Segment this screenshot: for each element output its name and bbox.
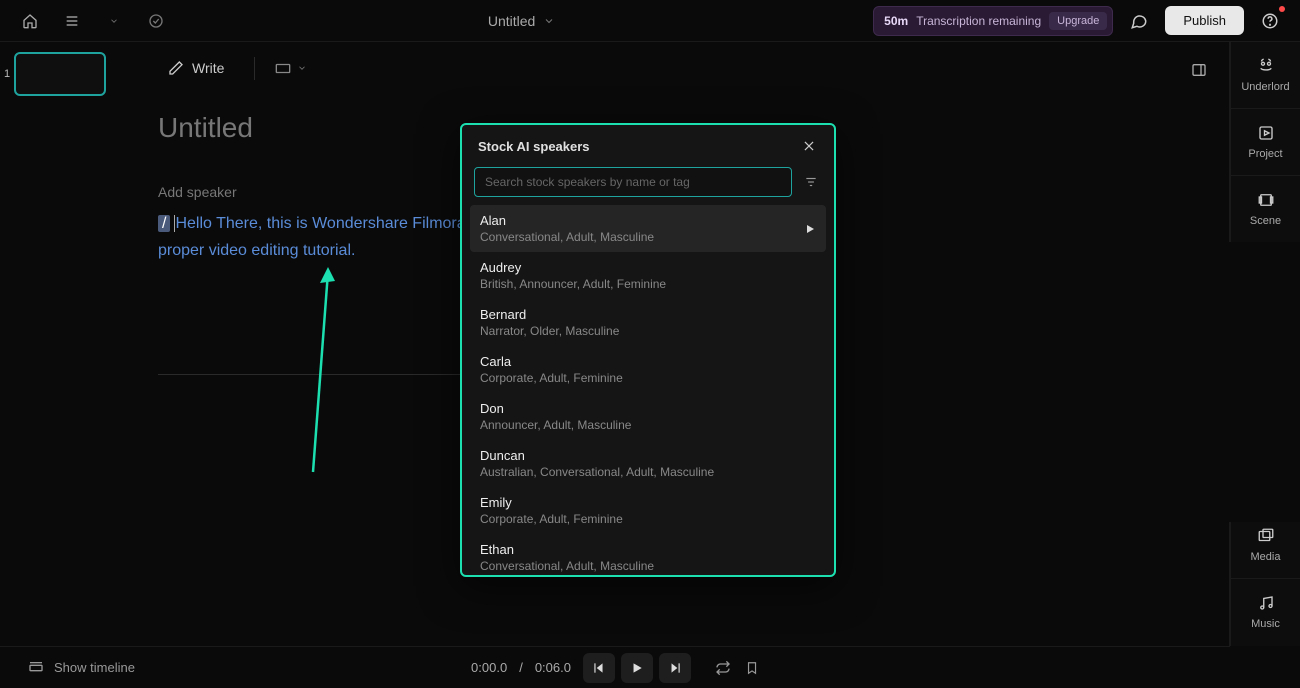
loop-button[interactable] bbox=[715, 660, 731, 676]
speaker-name: Audrey bbox=[480, 260, 666, 275]
play-icon bbox=[804, 223, 816, 235]
speaker-name: Duncan bbox=[480, 448, 714, 463]
speaker-tags: Narrator, Older, Masculine bbox=[480, 324, 619, 338]
annotation-arrow bbox=[178, 267, 338, 487]
scene-icon bbox=[1257, 191, 1275, 209]
speaker-name: Bernard bbox=[480, 307, 619, 322]
slash-command-marker: / bbox=[158, 215, 170, 232]
speaker-list[interactable]: Alan Conversational, Adult, Masculine Audr… bbox=[462, 205, 834, 575]
rail-music[interactable]: Music bbox=[1231, 579, 1300, 646]
speaker-tags: Corporate, Adult, Feminine bbox=[480, 512, 623, 526]
speaker-item[interactable]: Alan Conversational, Adult, Masculine bbox=[470, 205, 826, 252]
pen-icon bbox=[168, 60, 184, 76]
check-circle-icon[interactable] bbox=[142, 7, 170, 35]
chevron-down-icon[interactable] bbox=[543, 15, 555, 27]
upgrade-button[interactable]: Upgrade bbox=[1049, 12, 1107, 30]
total-time: 0:06.0 bbox=[535, 660, 571, 675]
filter-button[interactable] bbox=[800, 171, 822, 193]
speaker-name: Don bbox=[480, 401, 631, 416]
timeline-icon bbox=[28, 660, 44, 676]
filter-icon bbox=[804, 175, 818, 189]
menu-chevron[interactable] bbox=[100, 7, 128, 35]
play-button[interactable] bbox=[621, 653, 653, 683]
modal-title: Stock AI speakers bbox=[478, 139, 590, 154]
thumb-index: 1 bbox=[4, 68, 10, 80]
speaker-item[interactable]: Duncan Australian, Conversational, Adult,… bbox=[470, 440, 826, 487]
show-timeline-button[interactable]: Show timeline bbox=[28, 660, 135, 676]
speaker-item[interactable]: Emily Corporate, Adult, Feminine bbox=[470, 487, 826, 534]
doc-title[interactable]: Untitled bbox=[488, 13, 535, 29]
rail-project[interactable]: Project bbox=[1231, 109, 1300, 176]
video-preview[interactable] bbox=[808, 242, 1300, 522]
scene-thumbnail-1[interactable]: 1 bbox=[14, 52, 106, 96]
rail-underlord[interactable]: Underlord bbox=[1231, 42, 1300, 109]
underlord-icon bbox=[1257, 57, 1275, 75]
speaker-item[interactable]: Don Announcer, Adult, Masculine bbox=[470, 393, 826, 440]
publish-button[interactable]: Publish bbox=[1165, 6, 1244, 35]
speaker-name: Ethan bbox=[480, 542, 654, 557]
speaker-item[interactable]: Ethan Conversational, Adult, Masculine bbox=[470, 534, 826, 575]
rail-scene[interactable]: Scene bbox=[1231, 176, 1300, 243]
speaker-name: Carla bbox=[480, 354, 623, 369]
play-preview-button[interactable] bbox=[804, 223, 816, 235]
speaker-tags: British, Announcer, Adult, Feminine bbox=[480, 277, 666, 291]
write-button[interactable]: Write bbox=[158, 54, 234, 82]
speaker-tags: Conversational, Adult, Masculine bbox=[480, 230, 654, 244]
transcription-pill: 50m Transcription remaining Upgrade bbox=[873, 6, 1113, 36]
comment-button[interactable] bbox=[1125, 7, 1153, 35]
panel-toggle-button[interactable] bbox=[1185, 56, 1213, 84]
write-label: Write bbox=[192, 60, 224, 76]
time-sep: / bbox=[519, 660, 523, 675]
speaker-item[interactable]: Audrey British, Announcer, Adult, Feminin… bbox=[470, 252, 826, 299]
speaker-item[interactable]: Bernard Narrator, Older, Masculine bbox=[470, 299, 826, 346]
close-button[interactable] bbox=[800, 137, 818, 155]
search-input[interactable] bbox=[474, 167, 792, 197]
current-time: 0:00.0 bbox=[471, 660, 507, 675]
speaker-tags: Corporate, Adult, Feminine bbox=[480, 371, 623, 385]
bookmark-button[interactable] bbox=[745, 660, 759, 676]
speaker-tags: Conversational, Adult, Masculine bbox=[480, 559, 654, 573]
home-button[interactable] bbox=[16, 7, 44, 35]
speaker-tags: Announcer, Adult, Masculine bbox=[480, 418, 631, 432]
thumbnail-rail: 1 bbox=[0, 42, 118, 646]
speaker-name: Alan bbox=[480, 213, 654, 228]
music-icon bbox=[1257, 594, 1275, 612]
close-icon bbox=[802, 139, 816, 153]
help-button[interactable] bbox=[1256, 7, 1284, 35]
speaker-item[interactable]: Carla Corporate, Adult, Feminine bbox=[470, 346, 826, 393]
transcription-minutes: 50m bbox=[884, 14, 908, 28]
next-button[interactable] bbox=[659, 653, 691, 683]
chevron-down-icon bbox=[297, 63, 307, 73]
menu-button[interactable] bbox=[58, 7, 86, 35]
aspect-icon bbox=[275, 63, 291, 74]
bottom-bar: Show timeline 0:00.0 / 0:06.0 bbox=[0, 646, 1230, 688]
notification-dot bbox=[1279, 6, 1285, 12]
transcript-line-1: Hello There, this is Wondershare Filmora bbox=[175, 215, 465, 232]
top-bar: Untitled 50m Transcription remaining Upg… bbox=[0, 0, 1300, 42]
transcription-label: Transcription remaining bbox=[916, 14, 1041, 28]
media-icon bbox=[1257, 527, 1275, 545]
aspect-button[interactable] bbox=[254, 57, 315, 80]
prev-button[interactable] bbox=[583, 653, 615, 683]
stock-speakers-modal: Stock AI speakers Alan Conversational, Ad… bbox=[460, 123, 836, 577]
project-icon bbox=[1257, 124, 1275, 142]
speaker-name: Emily bbox=[480, 495, 623, 510]
speaker-tags: Australian, Conversational, Adult, Mascu… bbox=[480, 465, 714, 479]
transcript-line-2: proper video editing tutorial. bbox=[158, 242, 355, 259]
